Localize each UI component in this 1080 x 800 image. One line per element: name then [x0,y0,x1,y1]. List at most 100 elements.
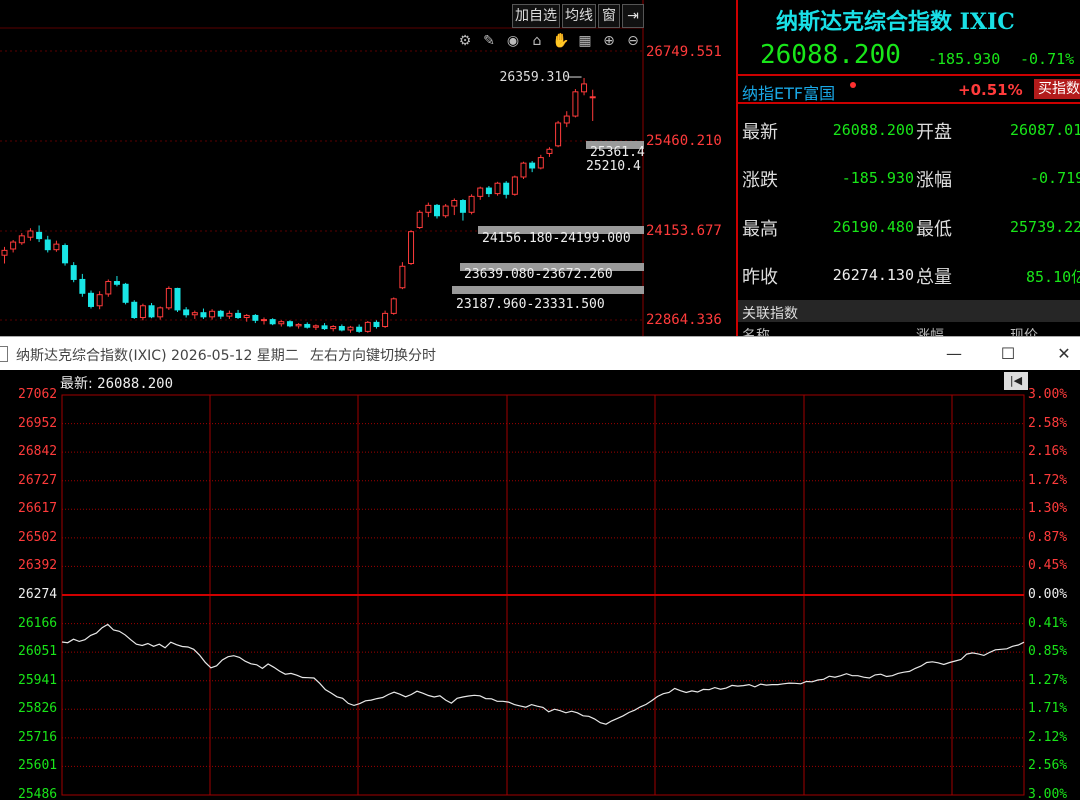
candle-body [408,231,415,265]
candle-body [243,314,250,319]
minimize-button[interactable]: — [940,341,968,367]
percent-tick-label: 0.45% [1028,558,1068,574]
candle-body [373,321,380,328]
price-axis-label: 25460.210 [646,133,722,149]
related-col-price[interactable]: 现价 [1010,325,1038,336]
candle-body [382,312,389,328]
candle-body [330,326,337,330]
candle-body [468,195,475,213]
label-prev-close: 昨收 [742,267,778,288]
value-latest: 26088.200 [832,121,914,139]
jump-first-button[interactable]: |◀ [1004,372,1028,390]
price-tick-label: 25826 [18,701,58,717]
moving-average-button[interactable]: 均线 [562,4,596,28]
percent-tick-label: 1.30% [1028,501,1068,517]
candle-body [356,326,363,332]
candle-body [589,96,596,99]
close-icon: ✕ [1057,344,1071,363]
candle-body [217,310,224,317]
candle-body [364,321,371,332]
candle-chart-svg[interactable]: 26359.310 25361.425210.4 24156.180-24199.0… [0,0,736,336]
popup-hint: 左右方向键切换分时 [310,348,436,364]
candle-body [191,312,198,316]
lock-icon[interactable]: ⌂ [528,32,546,50]
price-tick-label: 26842 [18,444,58,460]
divider [738,74,1080,76]
candle-body [157,307,164,318]
quote-change: -185.930 [928,50,1001,68]
maximize-icon: ☐ [1000,344,1016,363]
value-prev-close: 26274.130 [832,266,914,284]
candle-body [70,265,77,280]
zoom-out-icon[interactable]: ⊖ [624,32,642,50]
latest-value: 26088.200 [97,376,174,392]
intraday-chart-svg[interactable] [0,370,1080,800]
candle-body [312,325,319,328]
candle-body [434,204,440,217]
label-latest: 最新 [742,122,778,143]
candle-body [269,319,276,325]
price-axis-label: 22864.336 [646,312,722,328]
related-col-name[interactable]: 名称 [742,325,770,336]
quote-change-pct: -0.71% [1020,50,1075,68]
percent-tick-label: 1.71% [1028,701,1068,717]
gap-label: 23187.960-23331.500 [456,297,605,312]
percent-tick-label: 3.00% [1028,387,1068,402]
price-tick-label: 26051 [18,644,58,660]
popup-titlebar[interactable]: 纳斯达克综合指数(IXIC) 2026-05-12 星期二 左右方向键切换分时 … [0,336,1080,370]
etf-change: +0.51% [958,81,1023,99]
label-change-pct: 涨幅 [916,170,952,191]
candle-body [537,157,544,169]
candle-body [581,83,588,93]
window-button[interactable]: 窗 [598,4,620,28]
candle-body [399,265,406,289]
percent-tick-label: 0.41% [1028,615,1068,631]
quote-panel: 纳斯达克综合指数 IXIC 26088.200 -185.930 -0.71% … [736,0,1080,336]
candle-body [416,211,423,229]
candle-body [18,235,25,244]
value-low: 25739.22 [1010,218,1080,236]
price-tick-label: 26502 [18,529,58,545]
buy-index-button[interactable]: 买指数 [1034,79,1080,99]
candle-body [148,305,155,318]
candle-body [252,314,259,321]
percent-tick-label: 1.72% [1028,472,1068,488]
maximize-button[interactable]: ☐ [994,341,1022,367]
candle-body [36,231,43,240]
candle-body [122,283,129,303]
add-watchlist-button[interactable]: 加自选 [512,4,560,28]
latest-label: 最新: [60,376,93,392]
candle-body [347,326,354,331]
percent-tick-label: 3.00% [1028,787,1068,800]
candle-body [529,162,536,169]
zoom-in-icon[interactable]: ⊕ [600,32,618,50]
gap-band [452,286,644,294]
candle-body [451,200,458,207]
arrow-right-bar-icon: ⇥ [627,8,639,24]
candle-body [304,323,311,328]
value-change: -185.930 [841,169,914,187]
candle-body [520,162,527,178]
value-volume: 85.10亿 [1026,268,1080,286]
collapse-panel-button[interactable]: ⇥ [622,4,644,28]
candle-body [295,323,302,327]
intraday-chart[interactable]: 最新: 26088.200 |◀ 27062 3.00% 26952 2.58% 268… [0,370,1080,800]
value-change-pct: -0.719 [1030,169,1080,187]
etf-link[interactable]: 纳指ETF富国 [742,80,835,104]
price-tick-label: 26392 [18,558,58,574]
percent-tick-label: 0.85% [1028,644,1068,660]
related-col-change[interactable]: 涨幅 [916,325,944,336]
gap-label: 25361.4 [590,145,645,160]
grid-icon[interactable]: ▦ [576,32,594,50]
candle-chart[interactable]: 26359.310 25361.4 25210.4 24156.180-24199.0… [0,0,736,336]
candle-body [183,309,190,316]
close-button[interactable]: ✕ [1050,341,1078,367]
candle-body [53,243,60,251]
price-tick-label: 26274 [18,587,58,602]
gap-label: 25210.4 [586,159,641,174]
label-open: 开盘 [916,122,952,143]
settings-gear-icon[interactable]: ⚙ [456,32,474,50]
eye-icon[interactable]: ◉ [504,32,522,50]
hand-pan-icon[interactable]: ✋ [552,32,570,50]
draw-pen-icon[interactable]: ✎ [480,32,498,50]
